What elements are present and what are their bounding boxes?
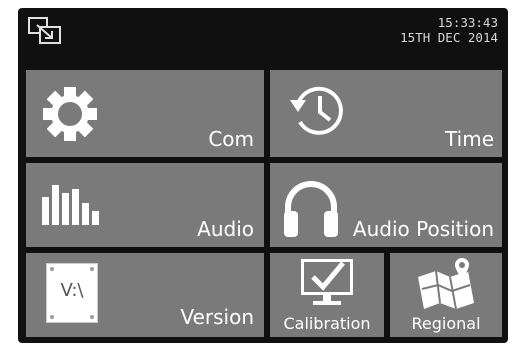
equalizer-bars-icon xyxy=(42,185,102,229)
regional-tile[interactable]: Regional xyxy=(390,253,502,337)
calibration-tile[interactable]: Calibration xyxy=(270,253,384,337)
monitor-check-icon xyxy=(299,257,355,313)
clock-display: 15:33:43 15TH DEC 2014 xyxy=(400,15,498,45)
headphones-icon xyxy=(282,177,340,243)
map-pin-icon xyxy=(416,255,478,317)
audio-tile[interactable]: Audio xyxy=(26,163,264,247)
screen-switch-icon[interactable] xyxy=(27,16,63,46)
clock-date: 15TH DEC 2014 xyxy=(400,30,498,45)
version-tile[interactable]: V:\ Version xyxy=(26,253,264,337)
clock-time: 15:33:43 xyxy=(437,15,498,30)
clock-history-icon xyxy=(286,82,346,142)
version-plate-text: V:\ xyxy=(60,280,84,301)
audio-position-label: Audio Position xyxy=(352,217,494,241)
com-label: Com xyxy=(208,127,254,151)
gear-icon xyxy=(42,86,98,146)
time-label: Time xyxy=(445,127,494,151)
regional-label: Regional xyxy=(411,314,481,333)
version-label: Version xyxy=(180,305,254,329)
audio-position-tile[interactable]: Audio Position xyxy=(270,163,502,247)
version-plate-icon: V:\ xyxy=(46,263,98,323)
audio-label: Audio xyxy=(197,217,254,241)
time-tile[interactable]: Time xyxy=(270,70,502,157)
calibration-label: Calibration xyxy=(283,314,371,333)
com-tile[interactable]: Com xyxy=(26,70,264,157)
main-menu-screen: 15:33:43 15TH DEC 2014 Com Time Audio Au… xyxy=(18,8,508,343)
